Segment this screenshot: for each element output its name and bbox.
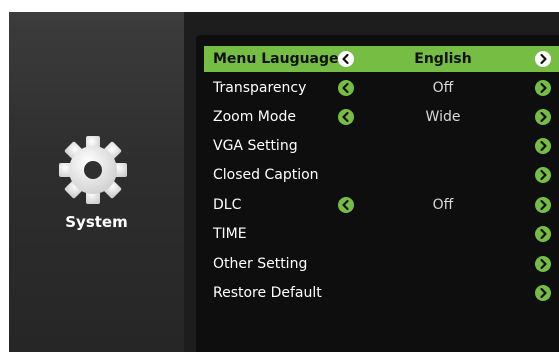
osd-menu: System Menu Lauguage English Transparency O…: [9, 12, 559, 352]
arrow-right-icon[interactable]: [535, 138, 551, 154]
menu-item-label: Restore Default: [213, 285, 322, 301]
section-label: System: [65, 213, 128, 231]
menu-item-label: Other Setting: [213, 256, 308, 272]
menu-panel: Menu Lauguage English Transparency Off Zoom …: [196, 35, 559, 352]
arrow-left-icon[interactable]: [338, 51, 354, 67]
arrow-left-icon[interactable]: [338, 197, 354, 213]
menu-item[interactable]: TIME: [204, 221, 559, 247]
arrow-right-icon[interactable]: [535, 285, 551, 301]
menu-item[interactable]: Restore Default: [204, 280, 559, 306]
arrow-right-icon[interactable]: [535, 197, 551, 213]
menu-item[interactable]: Zoom Mode Wide: [204, 104, 559, 130]
arrow-right-icon[interactable]: [535, 80, 551, 96]
menu-item-label: Zoom Mode: [213, 109, 296, 125]
arrow-left-icon[interactable]: [338, 109, 354, 125]
arrow-right-icon[interactable]: [535, 109, 551, 125]
menu-item-value: English: [414, 51, 472, 67]
arrow-right-icon[interactable]: [535, 167, 551, 183]
menu-item-label: Closed Caption: [213, 167, 319, 183]
gear-icon: [53, 130, 133, 210]
menu-item[interactable]: Closed Caption: [204, 162, 559, 188]
menu-item-label: TIME: [213, 226, 247, 242]
menu-item[interactable]: Other Setting: [204, 251, 559, 277]
category-panel: System: [9, 12, 184, 352]
menu-item[interactable]: Transparency Off: [204, 75, 559, 101]
menu-item[interactable]: VGA Setting: [204, 133, 559, 159]
menu-item-label: Transparency: [213, 80, 307, 96]
arrow-right-icon[interactable]: [535, 226, 551, 242]
menu-item-label: Menu Lauguage: [213, 51, 339, 67]
menu-item-value: Wide: [425, 109, 461, 125]
menu-item[interactable]: DLC Off: [204, 192, 559, 218]
menu-item-value: Off: [432, 80, 454, 96]
arrow-left-icon[interactable]: [338, 80, 354, 96]
menu-item-label: DLC: [213, 197, 242, 213]
menu-item[interactable]: Menu Lauguage English: [204, 46, 559, 72]
menu-item-value: Off: [432, 197, 454, 213]
menu-item-label: VGA Setting: [213, 138, 298, 154]
arrow-right-icon[interactable]: [535, 51, 551, 67]
arrow-right-icon[interactable]: [535, 256, 551, 272]
